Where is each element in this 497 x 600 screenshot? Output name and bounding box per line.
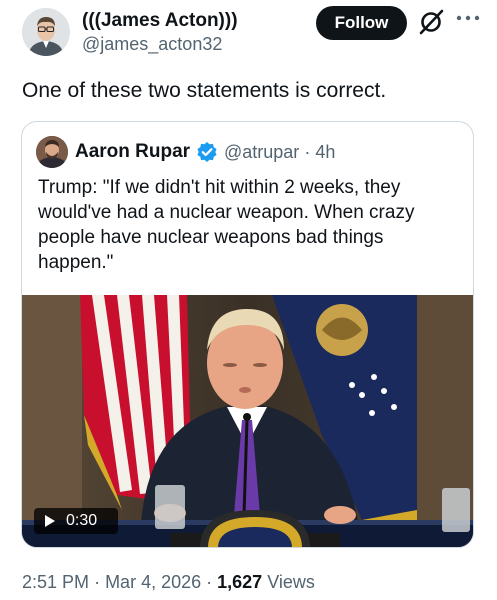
separator-dot: · bbox=[206, 572, 218, 592]
video-duration-badge[interactable]: 0:30 bbox=[34, 508, 118, 534]
quoted-tweet-time[interactable]: 4h bbox=[315, 142, 335, 162]
author-handle[interactable]: @james_acton32 bbox=[82, 34, 222, 55]
separator-dot: · bbox=[94, 572, 106, 592]
views-label: Views bbox=[267, 572, 315, 592]
more-icon[interactable] bbox=[455, 13, 481, 23]
author-avatar[interactable] bbox=[22, 8, 70, 56]
video-duration: 0:30 bbox=[66, 512, 98, 529]
quoted-handle-time[interactable]: @atrupar · 4h bbox=[224, 142, 335, 163]
quoted-tweet[interactable]: Aaron Rupar @atrupar · 4h Trump: "If we … bbox=[21, 121, 474, 548]
separator-dot: · bbox=[304, 142, 316, 162]
video-player[interactable]: 0:30 bbox=[22, 295, 473, 547]
author-display-name[interactable]: (((James Acton))) bbox=[82, 10, 238, 32]
grok-icon[interactable] bbox=[418, 9, 444, 35]
quoted-author-handle[interactable]: @atrupar bbox=[224, 142, 299, 162]
play-icon[interactable] bbox=[44, 514, 56, 528]
views-count: 1,627 bbox=[217, 572, 263, 592]
tweet-text: One of these two statements is correct. bbox=[22, 79, 387, 102]
tweet-date[interactable]: Mar 4, 2026 bbox=[105, 572, 201, 592]
quoted-author-avatar[interactable] bbox=[36, 136, 68, 168]
follow-button[interactable]: Follow bbox=[316, 6, 407, 40]
verified-badge-icon bbox=[197, 142, 217, 162]
tweet-time[interactable]: 2:51 PM bbox=[22, 572, 89, 592]
tweet-meta: 2:51 PM · Mar 4, 2026 · 1,627 Views bbox=[22, 572, 315, 593]
quoted-author-name[interactable]: Aaron Rupar bbox=[75, 141, 190, 163]
quoted-tweet-text: Trump: "If we didn't hit within 2 weeks,… bbox=[38, 177, 415, 273]
